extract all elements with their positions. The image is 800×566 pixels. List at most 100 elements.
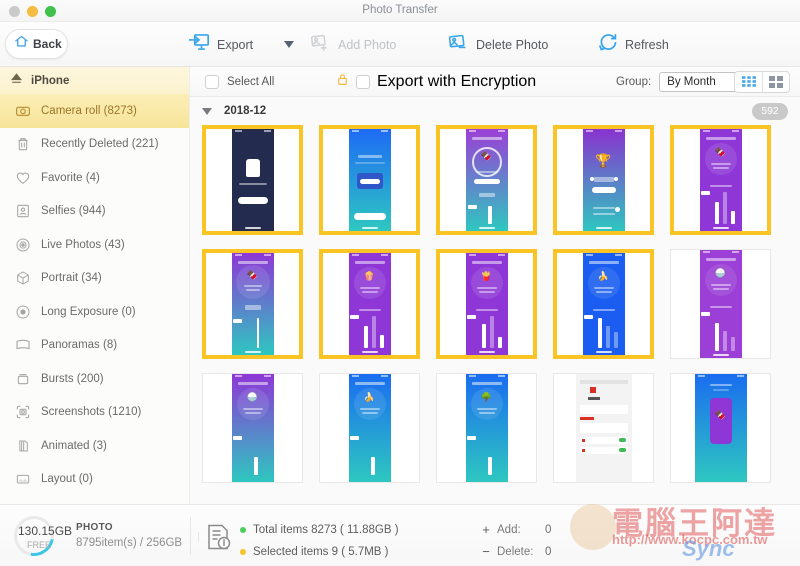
thumbnail-lock-screen-shot[interactable]	[202, 125, 303, 235]
thumbnail-popcorn-bars-shot[interactable]: 🍿	[319, 249, 420, 359]
photo-category-info: PHOTO 8795item(s) / 256GB	[76, 522, 182, 549]
refresh-button[interactable]: Refresh	[597, 29, 669, 60]
plus-icon: +	[482, 522, 490, 537]
thumbnail-purple-bowl-shot[interactable]: 🍚	[202, 373, 303, 483]
sidebar-item-screenshots[interactable]: Screenshots (1210)	[0, 396, 189, 430]
sidebar-item-bursts[interactable]: Bursts (200)	[0, 362, 189, 396]
add-counter-row: + Add: 0	[481, 521, 551, 538]
thumbnail-teal-ring-shot[interactable]: 🍫	[202, 249, 303, 359]
status-bar: 130.15GB FREE PHOTO 8795item(s) / 256GB …	[0, 504, 800, 566]
sidebar-item-portrait[interactable]: Portrait (34)	[0, 262, 189, 296]
sidebar-item-live-photos[interactable]: Live Photos (43)	[0, 228, 189, 262]
sidebar-item-label: Recently Deleted (221)	[41, 138, 159, 151]
grid-large-icon[interactable]	[762, 71, 789, 92]
sidebar-item-label: Screenshots (1210)	[41, 406, 142, 419]
device-label: iPhone	[31, 74, 70, 87]
sidebar-item-layout[interactable]: Layout (0)	[0, 463, 189, 497]
status-scroll-handle[interactable]	[198, 532, 199, 542]
sidebar-item-favorite[interactable]: Favorite (4)	[0, 161, 189, 195]
add-photo-button-label: Add Photo	[338, 37, 397, 52]
delete-value: 0	[545, 545, 552, 558]
panorama-icon	[15, 337, 31, 353]
total-items-label: Total items 8273 ( 11.88GB )	[253, 523, 399, 536]
thumbnail-hand-phone-shot[interactable]: 🍫	[670, 373, 771, 483]
sidebar: iPhone Camera roll (8273) Recently Delet…	[0, 67, 190, 504]
content-area: Select All Export with Encryption Group:…	[190, 67, 800, 504]
thumbnail-purple-bars-shot-1[interactable]: 🍫	[670, 125, 771, 235]
main-toolbar: Back Export Add Photo Delete Photo Refre…	[0, 22, 800, 67]
export-with-encryption-group[interactable]: Export with Encryption	[336, 72, 536, 92]
status-divider	[190, 517, 191, 555]
back-button[interactable]: Back	[5, 29, 68, 59]
select-all-checkbox[interactable]: Select All	[205, 74, 274, 89]
thumbnail-blue-banana-shot[interactable]: 🍌	[319, 373, 420, 483]
add-value: 0	[545, 523, 552, 536]
thumbnail-fries-bars-shot[interactable]: 🍟	[436, 249, 537, 359]
export-dropdown-button[interactable]	[284, 37, 294, 51]
photo-transfer-window: Photo Transfer Back Export Add Photo Del…	[0, 0, 800, 566]
sidebar-item-panoramas[interactable]: Panoramas (8)	[0, 329, 189, 363]
grid-small-icon[interactable]	[735, 72, 762, 92]
lock-icon	[336, 72, 349, 92]
content-toolbar: Select All Export with Encryption Group:…	[190, 67, 800, 97]
document-info-icon	[206, 523, 232, 556]
totals-readout: Total items 8273 ( 11.88GB ) Selected it…	[240, 521, 399, 560]
device-row-iphone[interactable]: iPhone	[0, 67, 189, 94]
delete-label: Delete:	[497, 545, 534, 558]
sidebar-item-selfies[interactable]: Selfies (944)	[0, 195, 189, 229]
chevron-down-icon	[284, 40, 294, 48]
delete-photo-button[interactable]: Delete Photo	[446, 29, 548, 60]
thumbnail-settings-list-shot[interactable]	[553, 373, 654, 483]
sidebar-item-label: Portrait (34)	[41, 272, 102, 285]
triangle-down-icon[interactable]	[202, 107, 212, 115]
group-title: 2018-12	[224, 105, 267, 117]
camera-icon	[15, 103, 31, 119]
export-icon	[188, 32, 210, 57]
sidebar-item-label: Bursts (200)	[41, 372, 104, 385]
thumbnail-quick-tip-shot[interactable]	[319, 125, 420, 235]
add-label: Add:	[497, 523, 521, 536]
sidebar-item-label: Long Exposure (0)	[41, 305, 136, 318]
capacity-value: 130.15GB	[18, 524, 73, 538]
sidebar-item-recently-deleted[interactable]: Recently Deleted (221)	[0, 128, 189, 162]
selected-items-label: Selected items 9 ( 5.7MB )	[253, 545, 389, 558]
add-photo-icon	[308, 32, 331, 57]
delete-photo-button-label: Delete Photo	[476, 37, 549, 52]
minus-icon: −	[482, 544, 490, 559]
export-button[interactable]: Export	[188, 29, 253, 60]
category-title: PHOTO	[76, 522, 113, 533]
sidebar-item-animated[interactable]: Animated (3)	[0, 429, 189, 463]
refresh-icon	[597, 32, 618, 57]
add-photo-button[interactable]: Add Photo	[308, 29, 396, 60]
checkbox-box[interactable]	[205, 74, 219, 89]
encryption-checkbox[interactable]	[356, 74, 370, 89]
thumbnail-bowl-bars-shot[interactable]: 🍚	[670, 249, 771, 359]
sidebar-item-label: Favorite (4)	[41, 171, 100, 184]
amber-bullet-icon	[240, 548, 246, 555]
group-header[interactable]: 2018-12 592	[190, 97, 800, 125]
sidebar-item-label: Layout (0)	[41, 473, 93, 486]
selected-items-row: Selected items 9 ( 5.7MB )	[240, 543, 399, 560]
thumbnail-trophy-shot[interactable]: 🏆	[553, 125, 654, 235]
delete-photo-icon	[446, 32, 469, 57]
thumbnail-blue-tree-shot[interactable]: 🌳	[436, 373, 537, 483]
view-mode-toggle[interactable]	[734, 70, 790, 93]
green-bullet-icon	[240, 526, 246, 533]
add-delete-counters: + Add: 0 − Delete: 0	[481, 521, 551, 560]
animated-icon	[15, 438, 31, 454]
back-button-label: Back	[33, 37, 62, 51]
refresh-button-label: Refresh	[625, 37, 669, 52]
thumbnail-banana-bars-shot[interactable]: 🍌	[553, 249, 654, 359]
eject-icon	[10, 72, 23, 90]
sidebar-item-long-exposure[interactable]: Long Exposure (0)	[0, 295, 189, 329]
sidebar-item-camera-roll[interactable]: Camera roll (8273)	[0, 94, 189, 128]
cube-icon	[15, 270, 31, 286]
window-title: Photo Transfer	[362, 4, 438, 16]
group-label: Group:	[616, 75, 652, 88]
burst-icon	[15, 371, 31, 387]
long-exposure-icon	[15, 304, 31, 320]
thumbnail-step-ring-shot[interactable]: 🍫	[436, 125, 537, 235]
total-items-row: Total items 8273 ( 11.88GB )	[240, 521, 399, 538]
screenshot-icon	[15, 404, 31, 420]
sidebar-item-label: Animated (3)	[41, 439, 107, 452]
